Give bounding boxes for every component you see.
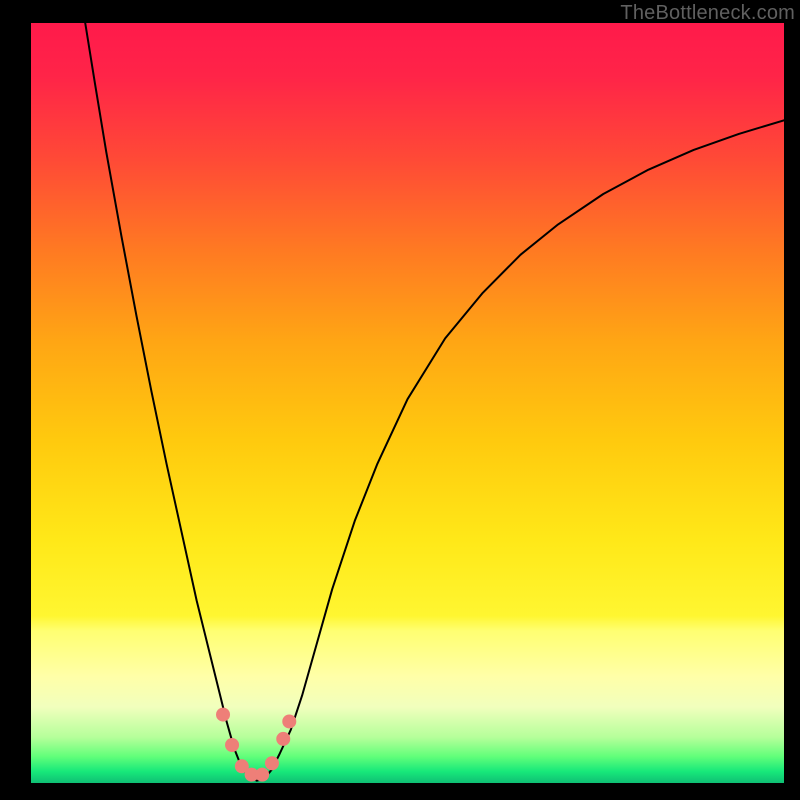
chart-plot-area: [31, 23, 784, 783]
curve-marker: [216, 708, 230, 722]
curve-marker: [265, 756, 279, 770]
curve-marker: [276, 732, 290, 746]
chart-background-gradient: [31, 23, 784, 783]
watermark-text: TheBottleneck.com: [620, 2, 795, 25]
curve-marker: [255, 768, 269, 782]
chart-svg: [31, 23, 784, 783]
chart-frame: TheBottleneck.com: [0, 0, 800, 800]
curve-marker: [282, 714, 296, 728]
curve-marker: [225, 738, 239, 752]
